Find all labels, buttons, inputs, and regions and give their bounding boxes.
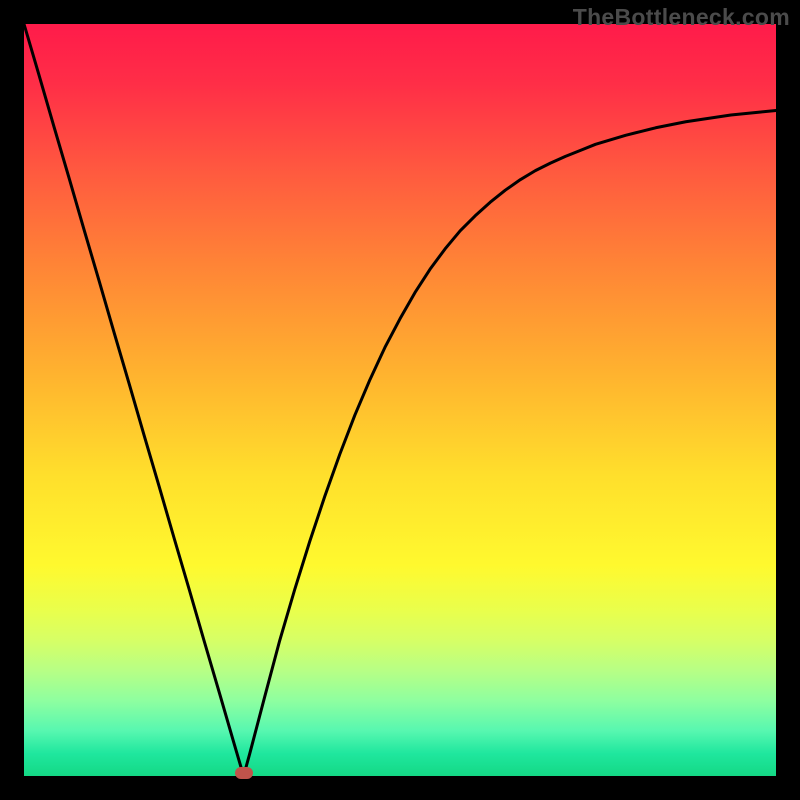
min-point-marker bbox=[235, 767, 253, 779]
bottleneck-curve bbox=[24, 24, 776, 776]
chart-frame: TheBottleneck.com bbox=[0, 0, 800, 800]
plot-area bbox=[24, 24, 776, 776]
watermark-label: TheBottleneck.com bbox=[573, 4, 790, 31]
